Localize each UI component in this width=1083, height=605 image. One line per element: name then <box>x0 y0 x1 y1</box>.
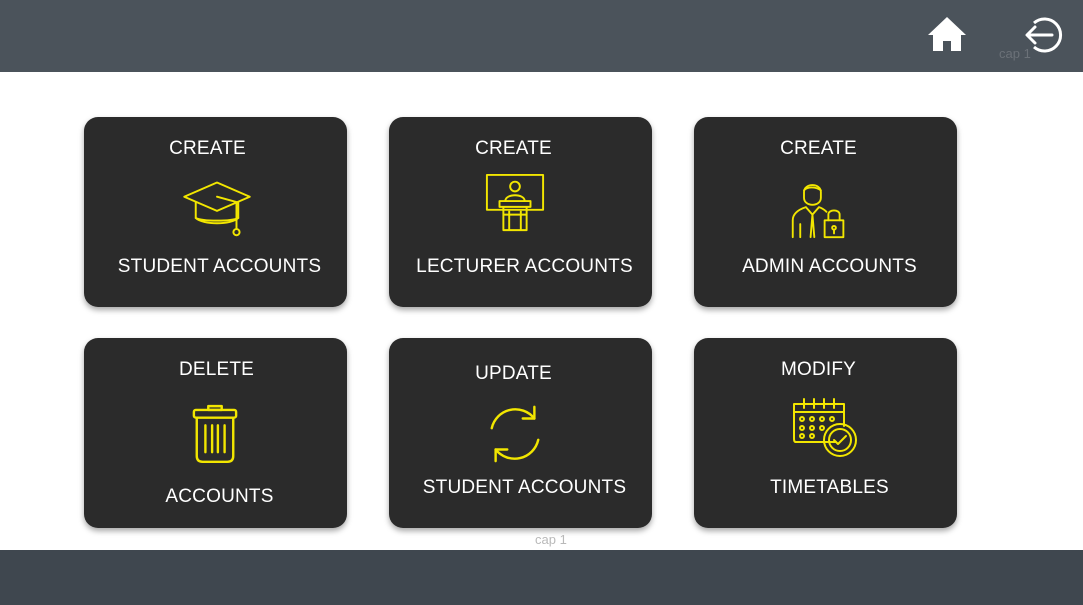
graduation-cap-icon <box>183 181 251 237</box>
create-lecturer-accounts-card[interactable]: CREATE LECTURER ACCOUNTS <box>389 117 652 307</box>
card-action-label: DELETE <box>178 359 255 380</box>
card-target-label: ACCOUNTS <box>165 486 274 507</box>
card-target-label: STUDENT ACCOUNTS <box>422 477 627 498</box>
card-target-label: STUDENT ACCOUNTS <box>117 256 322 277</box>
create-student-accounts-card[interactable]: CREATE STUDENT ACCOUNTS <box>84 117 347 307</box>
calendar-clock-icon <box>793 398 857 457</box>
card-action-label: CREATE <box>475 138 552 159</box>
cap-label-top: cap 1 <box>999 46 1031 61</box>
home-icon[interactable] <box>925 12 969 56</box>
lecturer-podium-icon <box>485 173 545 232</box>
bottom-bar <box>0 550 1083 605</box>
top-bar: cap 1 <box>0 0 1083 72</box>
card-action-label: MODIFY <box>780 359 857 380</box>
card-target-label: LECTURER ACCOUNTS <box>416 256 633 277</box>
create-admin-accounts-card[interactable]: CREATE ADMIN ACCOUNTS <box>694 117 957 307</box>
card-action-label: CREATE <box>169 138 246 159</box>
card-target-label: ADMIN ACCOUNTS <box>742 256 917 277</box>
admin-lock-icon <box>791 184 845 239</box>
cap-label-bottom: cap 1 <box>535 532 567 547</box>
modify-timetables-card[interactable]: MODIFY TIMETABLES <box>694 338 957 528</box>
card-target-label: TIMETABLES <box>770 477 889 498</box>
card-action-label: CREATE <box>780 138 857 159</box>
trash-icon <box>192 404 238 463</box>
update-student-accounts-card[interactable]: UPDATE STUDENT ACCOUNTS <box>389 338 652 528</box>
delete-accounts-card[interactable]: DELETE ACCOUNTS <box>84 338 347 528</box>
refresh-icon <box>490 405 540 463</box>
card-action-label: UPDATE <box>475 363 552 384</box>
